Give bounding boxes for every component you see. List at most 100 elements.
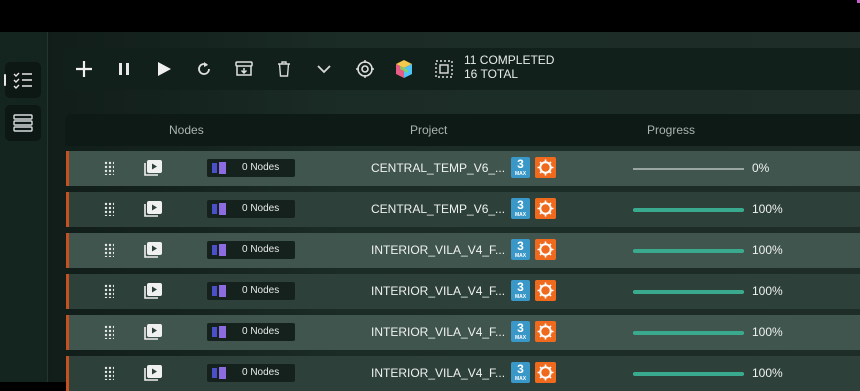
trash-icon (278, 61, 290, 77)
nodes-badge[interactable]: 0 Nodes (207, 200, 295, 218)
table-row[interactable]: 0 Nodes CENTRAL_TEMP_V6_... 3 MAX 100% (66, 192, 860, 227)
target-icon (356, 60, 374, 78)
progress-fill (633, 208, 744, 212)
nodes-label: 0 Nodes (242, 162, 280, 173)
progress-bar (633, 372, 744, 376)
job-status-summary: 11 COMPLETED 16 TOTAL (464, 53, 554, 81)
progress-fill (633, 331, 744, 335)
table-header: Nodes Project Progress (65, 114, 860, 146)
more-dropdown[interactable] (312, 57, 336, 81)
progress-bar (633, 249, 744, 253)
top-bar (0, 0, 860, 32)
nodes-badge[interactable]: 0 Nodes (207, 364, 295, 382)
play-button[interactable] (152, 57, 176, 81)
3dsmax-icon: 3 MAX (511, 280, 530, 301)
nodes-label: 0 Nodes (242, 244, 280, 255)
drag-handle-icon[interactable] (104, 366, 114, 380)
app-area: 11 COMPLETED 16 TOTAL Nodes Project Prog… (0, 32, 860, 391)
play-job-icon[interactable] (143, 282, 163, 300)
progress-bar (633, 168, 744, 170)
sidebar-item-servers[interactable] (5, 105, 41, 141)
sidebar-item-jobs[interactable] (4, 62, 41, 98)
nodes-icon (212, 326, 226, 338)
corona-renderer-icon (535, 157, 556, 178)
nodes-label: 0 Nodes (242, 367, 280, 378)
total-count: 16 TOTAL (464, 67, 519, 81)
nodes-badge[interactable]: 0 Nodes (207, 323, 295, 341)
toolbar: 11 COMPLETED 16 TOTAL (63, 48, 860, 90)
play-job-icon[interactable] (143, 241, 163, 259)
select-all-button[interactable] (432, 57, 456, 81)
add-button[interactable] (72, 57, 96, 81)
nodes-badge[interactable]: 0 Nodes (207, 282, 295, 300)
nodes-label: 0 Nodes (242, 326, 280, 337)
nodes-badge[interactable]: 0 Nodes (207, 159, 295, 177)
corona-renderer-icon (535, 362, 556, 383)
nodes-badge[interactable]: 0 Nodes (207, 241, 295, 259)
progress-text: 100% (752, 202, 783, 216)
corona-renderer-icon (535, 198, 556, 219)
server-icon (13, 114, 33, 132)
focus-button[interactable] (353, 57, 377, 81)
project-name: INTERIOR_VILA_V4_F... (371, 366, 506, 380)
drag-handle-icon[interactable] (104, 161, 114, 175)
column-header-project[interactable]: Project (410, 123, 447, 137)
delete-button[interactable] (272, 57, 296, 81)
column-header-nodes[interactable]: Nodes (169, 123, 204, 137)
3dsmax-icon: 3 MAX (511, 198, 530, 219)
project-name: CENTRAL_TEMP_V6_... (371, 202, 506, 216)
progress-text: 100% (752, 243, 783, 257)
progress-text: 100% (752, 366, 783, 380)
play-job-icon[interactable] (143, 200, 163, 218)
restart-button[interactable] (192, 57, 216, 81)
active-indicator (4, 74, 6, 86)
table-row[interactable]: 0 Nodes INTERIOR_VILA_V4_F... 3 MAX 100% (66, 315, 860, 350)
plus-icon (76, 61, 92, 77)
play-job-icon[interactable] (143, 323, 163, 341)
archive-icon (235, 61, 253, 76)
nodes-icon (212, 285, 226, 297)
project-name: INTERIOR_VILA_V4_F... (371, 243, 506, 257)
nodes-icon (212, 203, 226, 215)
nodes-label: 0 Nodes (242, 285, 280, 296)
3dsmax-icon: 3 MAX (511, 157, 530, 178)
completed-count: 11 COMPLETED (464, 53, 555, 67)
table-row[interactable]: 0 Nodes INTERIOR_VILA_V4_F... 3 MAX 100% (66, 356, 860, 391)
nodes-icon (212, 367, 226, 379)
column-header-progress[interactable]: Progress (647, 123, 695, 137)
play-job-icon[interactable] (143, 364, 163, 382)
drag-handle-icon[interactable] (104, 202, 114, 216)
refresh-icon (198, 62, 210, 75)
progress-text: 100% (752, 284, 783, 298)
table-row[interactable]: 0 Nodes CENTRAL_TEMP_V6_... 3 MAX 0% (66, 151, 860, 186)
archive-button[interactable] (232, 57, 256, 81)
cube-stack-icon (396, 60, 412, 78)
progress-fill (633, 249, 744, 253)
progress-bar (633, 290, 744, 294)
plugins-button[interactable] (392, 57, 416, 81)
project-name: INTERIOR_VILA_V4_F... (371, 325, 506, 339)
nodes-label: 0 Nodes (242, 203, 280, 214)
project-name: CENTRAL_TEMP_V6_... (371, 161, 506, 175)
nodes-icon (212, 162, 226, 174)
progress-text: 0% (752, 161, 770, 175)
3dsmax-icon: 3 MAX (511, 321, 530, 342)
corona-renderer-icon (535, 321, 556, 342)
table-row[interactable]: 0 Nodes INTERIOR_VILA_V4_F... 3 MAX 100% (66, 274, 860, 309)
play-icon (158, 62, 171, 76)
progress-fill (633, 372, 744, 376)
sidebar (0, 32, 48, 382)
project-name: INTERIOR_VILA_V4_F... (371, 284, 506, 298)
checklist-icon (13, 72, 32, 89)
3dsmax-icon: 3 MAX (511, 239, 530, 260)
play-job-icon[interactable] (143, 159, 163, 177)
corona-renderer-icon (535, 239, 556, 260)
drag-handle-icon[interactable] (104, 325, 114, 339)
drag-handle-icon[interactable] (104, 243, 114, 257)
select-all-icon (435, 60, 453, 78)
jobs-table: Nodes Project Progress 0 Nodes CENTRAL_T… (65, 114, 860, 391)
drag-handle-icon[interactable] (104, 284, 114, 298)
pause-button[interactable] (112, 57, 136, 81)
progress-bar (633, 208, 744, 212)
table-row[interactable]: 0 Nodes INTERIOR_VILA_V4_F... 3 MAX 100% (66, 233, 860, 268)
